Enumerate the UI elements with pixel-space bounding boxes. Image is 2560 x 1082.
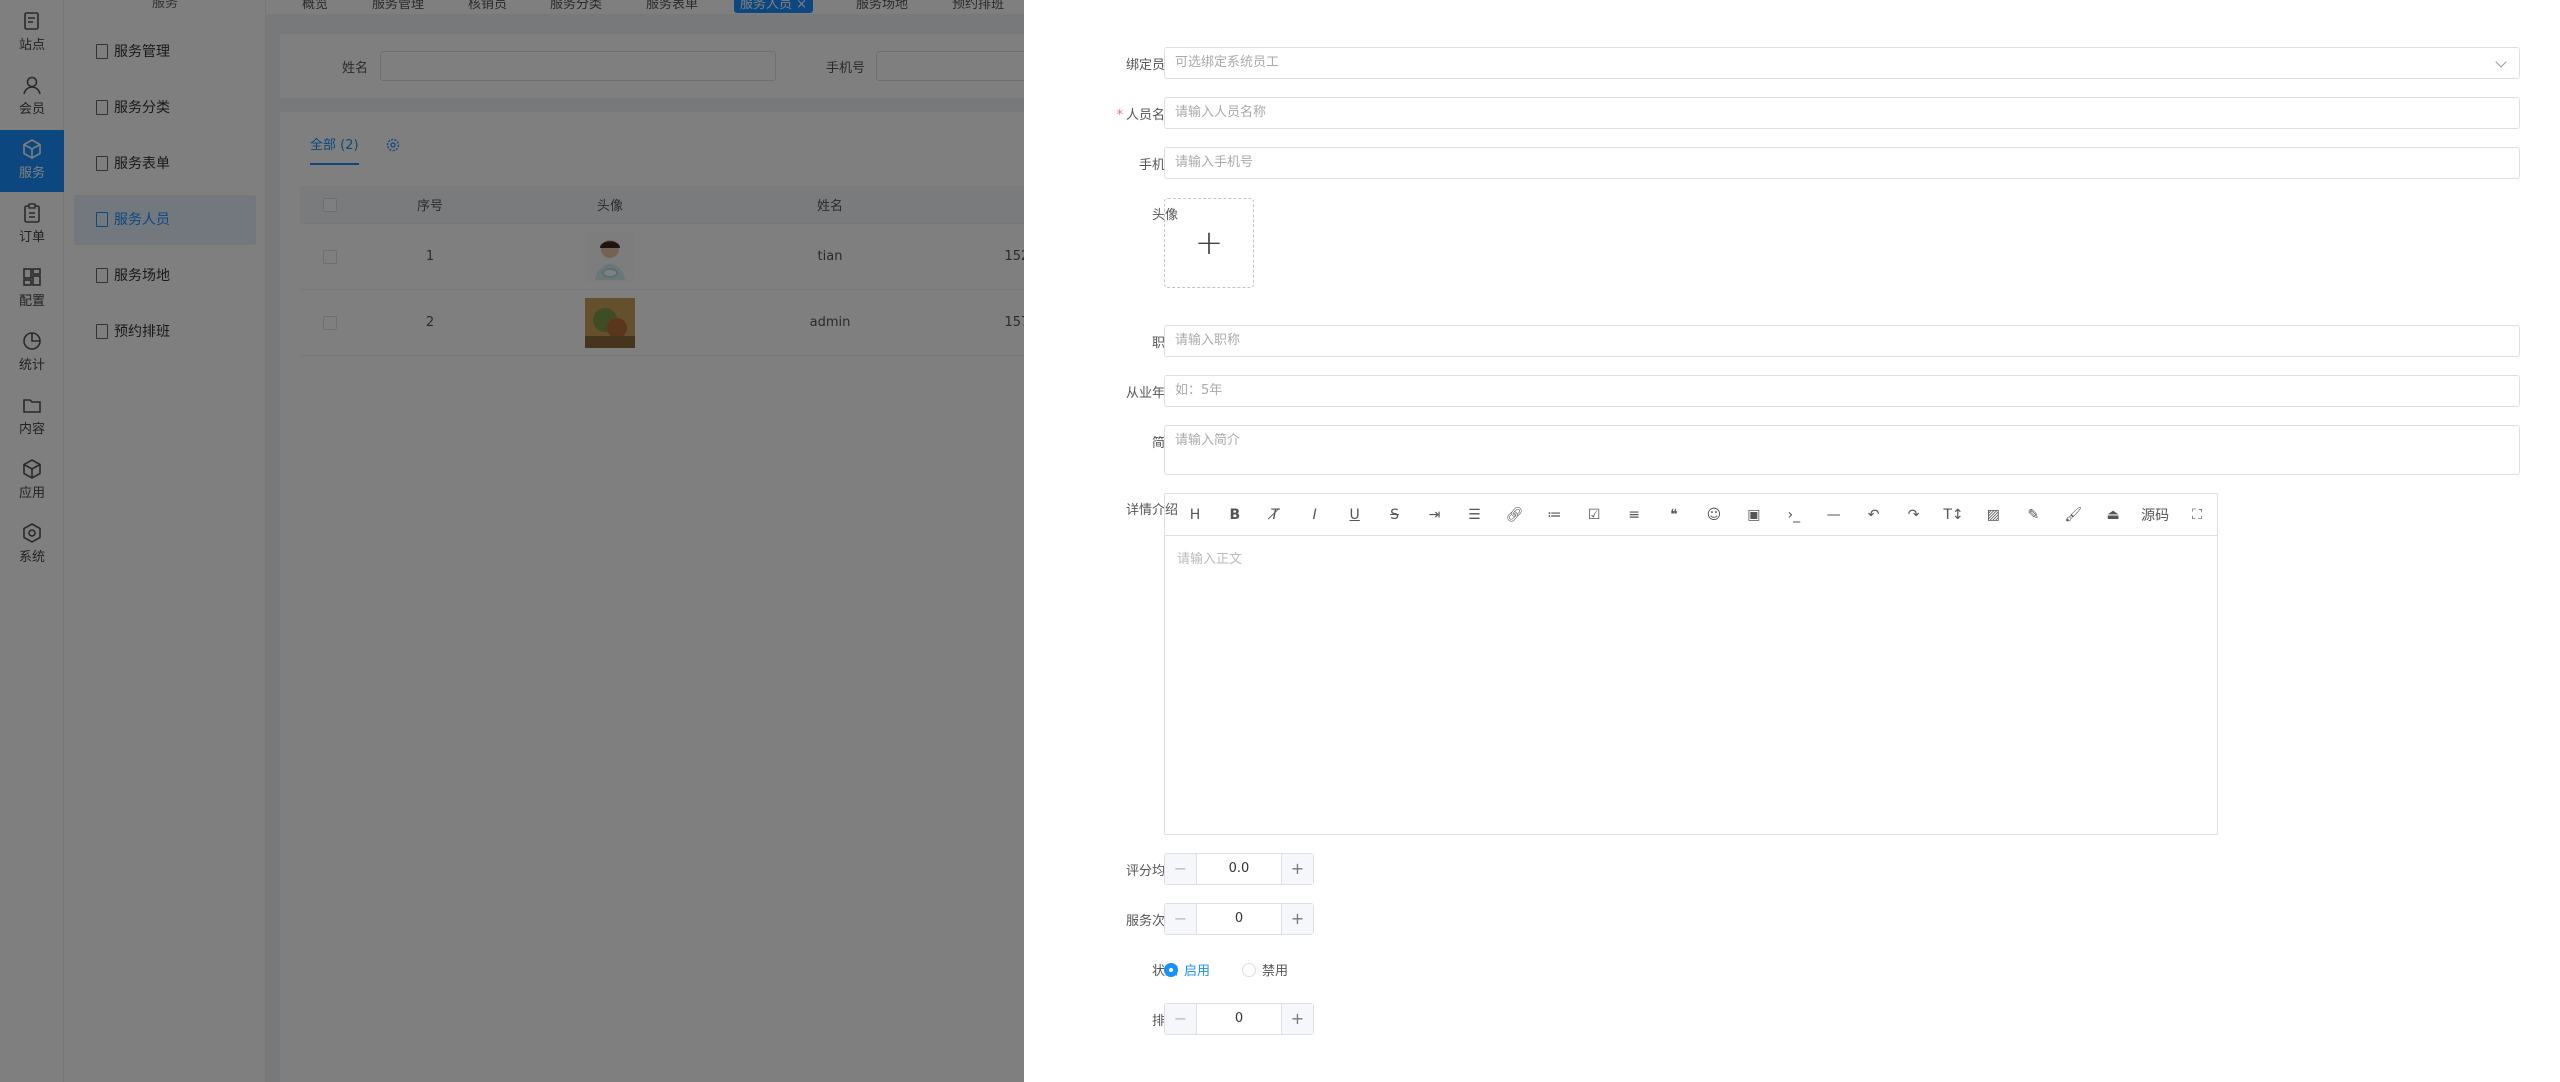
strikethrough-icon[interactable]: S	[1375, 507, 1415, 523]
sort-stepper[interactable]: − 0 +	[1164, 1003, 1314, 1035]
brush-icon[interactable]: 🖌︎	[2053, 507, 2093, 523]
rich-text-editor: H B T̸ I U S ⇥ ☰ 🔗︎ ≔ ☑ ≡ ❝ ☺ ▣ ›_ — ↶ ↷…	[1164, 493, 2218, 835]
sort-value[interactable]: 0	[1197, 1004, 1281, 1034]
increment-button[interactable]: +	[1281, 854, 1313, 884]
line-height-icon[interactable]: ☰	[1454, 507, 1494, 523]
radio-label: 禁用	[1262, 964, 1289, 979]
job-title-input[interactable]: 请输入职称	[1164, 325, 2520, 357]
fullscreen-icon[interactable]: ⛶	[2177, 507, 2217, 523]
heading-icon[interactable]: H	[1175, 507, 1215, 523]
highlight-icon[interactable]: ✎	[2013, 507, 2053, 523]
plus-icon: +	[1194, 223, 1224, 263]
increment-button[interactable]: +	[1281, 904, 1313, 934]
font-size-icon[interactable]: T↕	[1934, 507, 1974, 523]
underline-icon[interactable]: U	[1335, 507, 1375, 523]
years-input[interactable]: 如：5年	[1164, 375, 2520, 407]
editor-toolbar: H B T̸ I U S ⇥ ☰ 🔗︎ ≔ ☑ ≡ ❝ ☺ ▣ ›_ — ↶ ↷…	[1165, 494, 2217, 536]
decrement-button[interactable]: −	[1165, 904, 1197, 934]
code-icon[interactable]: ›_	[1774, 507, 1814, 523]
divider-icon[interactable]: —	[1814, 507, 1854, 523]
status-disabled-radio[interactable]: 禁用	[1242, 960, 1288, 979]
bold-icon[interactable]: B	[1215, 507, 1255, 523]
editor-placeholder[interactable]: 请输入正文	[1177, 548, 1242, 567]
intro-textarea[interactable]: 请输入简介	[1164, 425, 2520, 475]
indent-icon[interactable]: ⇥	[1415, 507, 1455, 523]
insert-image-icon[interactable]: ▨	[1973, 507, 2013, 523]
radio-dot	[1242, 962, 1256, 977]
rating-stepper[interactable]: − 0.0 +	[1164, 853, 1314, 885]
decrement-button[interactable]: −	[1165, 1004, 1197, 1034]
radio-dot	[1164, 962, 1178, 977]
align-icon[interactable]: ≡	[1614, 507, 1654, 523]
rating-value[interactable]: 0.0	[1197, 854, 1281, 884]
redo-icon[interactable]: ↷	[1894, 507, 1934, 523]
decrement-button[interactable]: −	[1165, 854, 1197, 884]
phone-input[interactable]: 请输入手机号	[1164, 147, 2520, 179]
drawer-overlay[interactable]	[0, 0, 1024, 1082]
radio-label: 启用	[1184, 964, 1211, 979]
stamp-icon[interactable]: ⏏	[2093, 507, 2133, 523]
todo-icon[interactable]: ☑	[1574, 507, 1614, 523]
emoji-icon[interactable]: ☺	[1694, 507, 1734, 523]
italic-icon[interactable]: I	[1295, 507, 1335, 523]
clear-format-icon[interactable]: T̸	[1255, 507, 1295, 523]
increment-button[interactable]: +	[1281, 1004, 1313, 1034]
status-enabled-radio[interactable]: 启用	[1164, 960, 1210, 979]
list-icon[interactable]: ≔	[1534, 507, 1574, 523]
source-code-button[interactable]: 源码	[2133, 505, 2177, 525]
avatar-upload-button[interactable]: +	[1164, 198, 1254, 288]
quote-icon[interactable]: ❝	[1654, 507, 1694, 523]
staff-name-input[interactable]: 请输入人员名称	[1164, 97, 2520, 129]
service-count-value[interactable]: 0	[1197, 904, 1281, 934]
undo-icon[interactable]: ↶	[1854, 507, 1894, 523]
bind-staff-select[interactable]: 可选绑定系统员工	[1164, 47, 2520, 79]
image-icon[interactable]: ▣	[1734, 507, 1774, 523]
link-icon[interactable]: 🔗︎	[1494, 507, 1534, 523]
service-count-stepper[interactable]: − 0 +	[1164, 903, 1314, 935]
staff-edit-drawer: 绑定员工 可选绑定系统员工 * 人员名称 请输入人员名称 手机号 请输入手机号 头…	[1024, 0, 2560, 1082]
required-mark: *	[1116, 108, 1123, 123]
